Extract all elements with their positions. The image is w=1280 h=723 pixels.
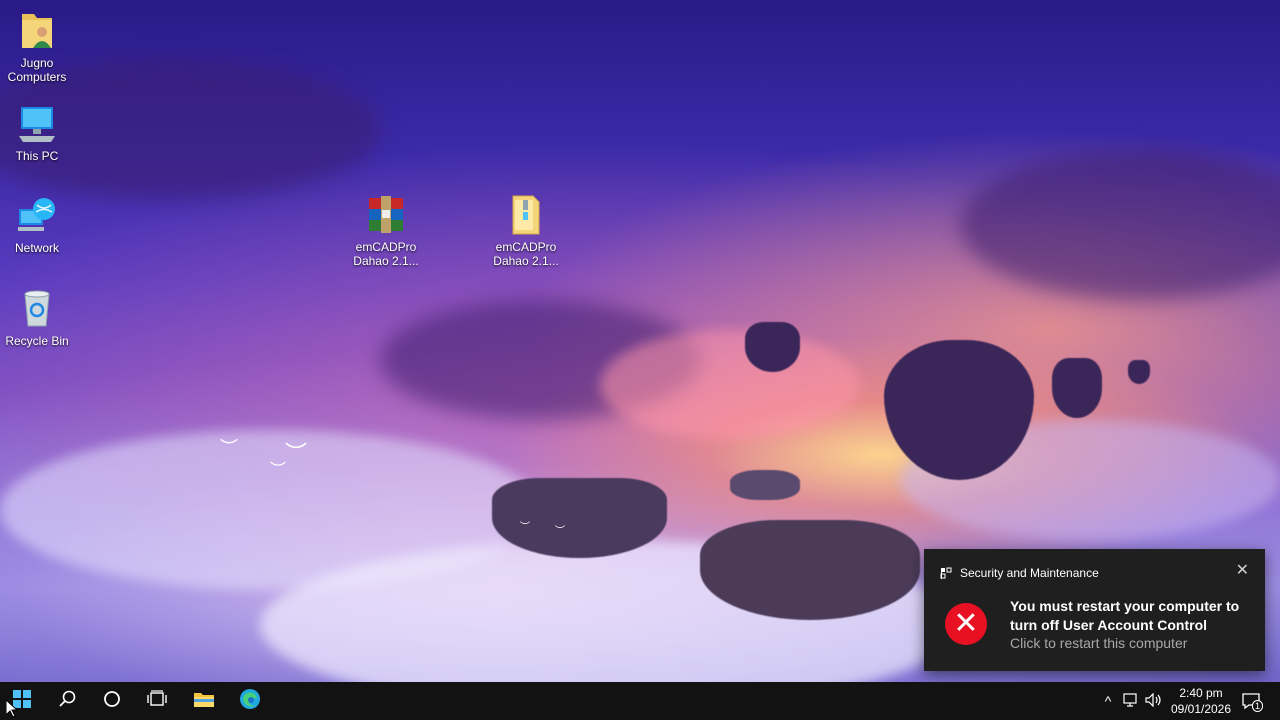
bird: ︶ [555, 526, 565, 537]
cortana-button[interactable] [90, 682, 134, 720]
edge-icon [239, 688, 261, 715]
floating-island [700, 520, 920, 620]
network-tray-button[interactable] [1120, 682, 1142, 720]
taskbar: ^ 2:40 pm 09/01/2026 1 [0, 682, 1280, 720]
volume-button[interactable] [1143, 682, 1165, 720]
toast-header: Security and Maintenance [940, 566, 1099, 580]
search-icon [58, 689, 78, 714]
network-icon [16, 195, 58, 237]
folder-icon [505, 194, 547, 236]
error-icon: ✕ [945, 603, 987, 645]
bird: ︶ [270, 462, 287, 479]
bird: ︶ [285, 441, 308, 466]
toast-close-button[interactable]: ✕ [1236, 563, 1249, 579]
floating-island [1052, 358, 1102, 418]
user-folder-icon [16, 10, 58, 52]
desktop-icon-label: emCADPro Dahao 2.1... [493, 240, 559, 268]
desktop-wallpaper: ︶ ︶ ︶ ︶ ︶ Jugno Computers This PC Networ… [0, 0, 1280, 682]
task-view-icon [147, 689, 167, 713]
desktop-icon-label: Recycle Bin [5, 334, 69, 348]
desktop-icon-network[interactable]: Network [0, 195, 74, 255]
file-explorer-icon [193, 690, 215, 713]
action-center-button[interactable]: 1 [1240, 682, 1263, 720]
clock-time: 2:40 pm [1179, 686, 1223, 700]
desktop-icon-label: Network [14, 241, 59, 255]
desktop-icon-user-folder[interactable]: Jugno Computers [0, 10, 74, 84]
security-flag-icon [940, 567, 952, 579]
network-tray-icon [1123, 692, 1139, 710]
taskbar-clock[interactable]: 2:40 pm 09/01/2026 [1166, 685, 1236, 717]
floating-island [745, 322, 800, 372]
bird: ︶ [520, 522, 530, 533]
desktop-icon-folder[interactable]: emCADPro Dahao 2.1... [489, 194, 563, 268]
notification-icon: 1 [1242, 693, 1263, 712]
toast-sub-message: Click to restart this computer [1010, 635, 1188, 651]
notification-toast[interactable]: Security and Maintenance ✕ ✕ You must re… [924, 549, 1265, 671]
desktop-icon-label: emCADPro Dahao 2.1... [353, 240, 419, 268]
floating-island [730, 470, 800, 500]
bird: ︶ [220, 438, 238, 458]
cortana-circle-icon [103, 690, 121, 713]
toast-message: You must restart your computer to turn o… [1010, 598, 1240, 633]
wallpaper-cloud [600, 330, 860, 440]
search-button[interactable] [46, 682, 90, 720]
task-view-button[interactable] [135, 682, 179, 720]
clock-date: 09/01/2026 [1170, 702, 1232, 716]
notification-count-badge: 1 [1251, 700, 1263, 712]
speaker-icon [1145, 692, 1163, 710]
desktop-icon-label: Jugno Computers [7, 56, 67, 84]
show-hidden-icons-button[interactable]: ^ [1098, 682, 1118, 720]
computer-icon [16, 103, 58, 145]
chevron-up-icon: ^ [1104, 693, 1112, 709]
desktop-icon-recycle-bin[interactable]: Recycle Bin [0, 288, 74, 348]
recycle-bin-icon [16, 288, 58, 330]
wallpaper-cloud [960, 150, 1280, 300]
desktop-icon-label: This PC [15, 149, 59, 163]
desktop-icon-winrar-archive[interactable]: emCADPro Dahao 2.1... [349, 194, 423, 268]
toast-app-name: Security and Maintenance [960, 566, 1099, 580]
desktop-icon-this-pc[interactable]: This PC [0, 103, 74, 163]
file-explorer-button[interactable] [182, 682, 226, 720]
winrar-archive-icon [365, 194, 407, 236]
edge-browser-button[interactable] [228, 682, 272, 720]
floating-island [1128, 360, 1150, 384]
floating-island [492, 478, 667, 558]
